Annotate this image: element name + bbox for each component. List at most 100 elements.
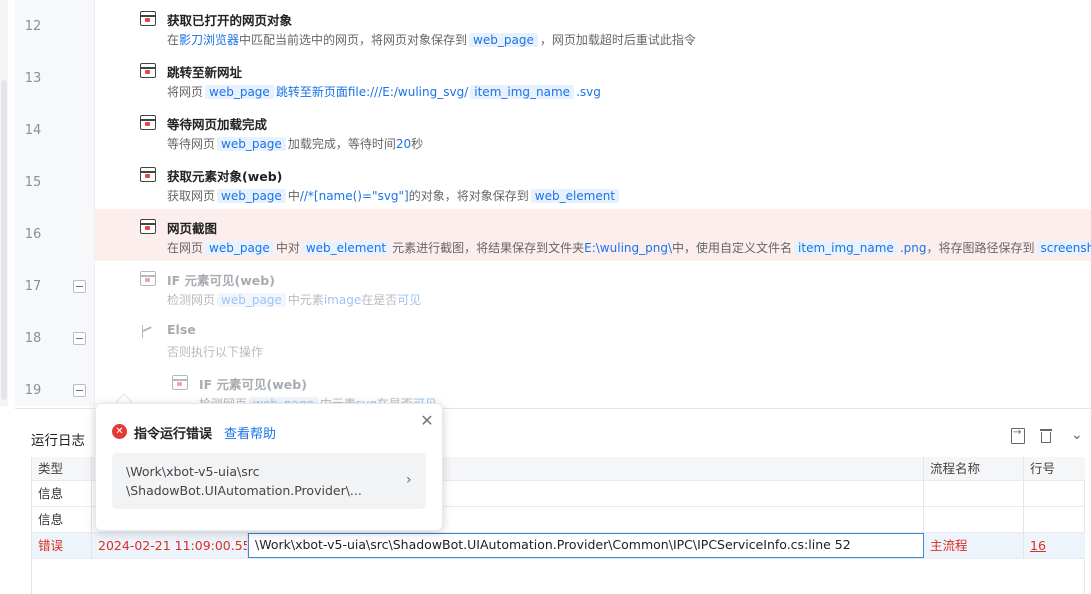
- variable-chip[interactable]: web_element: [530, 189, 620, 203]
- variable-chip[interactable]: web_page: [205, 241, 274, 255]
- variable-chip[interactable]: web_page: [205, 85, 274, 99]
- error-title: 指令运行错误: [134, 427, 213, 442]
- step-description: 获取网页 web_page 中//*[name()="svg"]的对象，将对象保存到…: [167, 187, 621, 204]
- left-scrollbar-thumb[interactable]: [1, 80, 7, 400]
- variable-chip[interactable]: web_element: [301, 241, 391, 255]
- description-text: 的对象，将对象保存到: [408, 189, 529, 203]
- log-type: 错误: [32, 533, 92, 558]
- description-text: 在网页: [167, 241, 204, 255]
- left-scrollbar[interactable]: [0, 0, 8, 406]
- variable-chip[interactable]: web_page: [217, 293, 286, 307]
- collapse-block-button[interactable]: [73, 384, 86, 397]
- description-text: 中: [287, 189, 300, 203]
- parameter-value: 跳转至新页面file:///E:/wuling_svg/: [275, 85, 469, 99]
- step-title: 网页截图: [167, 221, 218, 236]
- step-title: Else: [167, 322, 196, 337]
- log-process: [924, 481, 1024, 506]
- step-description: 将网页 web_page 跳转至新页面file:///E:/wuling_svg/i…: [167, 83, 601, 100]
- line-number: 19: [24, 383, 42, 398]
- column-header-process[interactable]: 流程名称: [924, 457, 1024, 480]
- error-popover: ✕ 指令运行错误 查看帮助 ✕ \Work\xbot-v5-uia\src \S…: [95, 403, 443, 531]
- chevron-right-icon: ›: [406, 472, 412, 488]
- description-text: 否则执行以下操作: [167, 345, 264, 359]
- description-text: 中对: [275, 241, 300, 255]
- step-title: IF 元素可见(web): [199, 377, 307, 392]
- flow-step-row[interactable]: Else 否则执行以下操作: [95, 313, 1091, 365]
- description-text: 将网页: [167, 85, 204, 99]
- flow-step-row[interactable]: 跳转至新网址 将网页 web_page 跳转至新页面file:///E:/wulin…: [95, 53, 1091, 105]
- variable-chip[interactable]: screenshot_: [1036, 241, 1091, 255]
- variable-chip[interactable]: item_img_name: [470, 85, 575, 99]
- collapse-block-button[interactable]: [73, 332, 86, 345]
- log-message[interactable]: \Work\xbot-v5-uia\src\ShadowBot.UIAutoma…: [248, 533, 924, 558]
- variable-chip[interactable]: item_img_name: [794, 241, 898, 255]
- step-title: 跳转至新网址: [167, 65, 243, 80]
- screenshot-icon: [140, 219, 156, 234]
- error-detail-card[interactable]: \Work\xbot-v5-uia\src \ShadowBot.UIAutom…: [112, 453, 426, 509]
- log-time: 2024-02-21 11:09:00.551: [92, 533, 248, 558]
- view-help-link[interactable]: 查看帮助: [224, 423, 276, 442]
- run-log-title: 运行日志: [31, 433, 85, 449]
- description-text: 中匹配当前选中的网页，将网页对象保存到: [239, 33, 468, 47]
- log-type: 信息: [32, 481, 92, 506]
- parameter-value: 影刀浏览器: [179, 33, 240, 47]
- log-row-error[interactable]: 错误 2024-02-21 11:09:00.551 \Work\xbot-v5…: [32, 533, 1085, 559]
- line-number: 12: [24, 19, 42, 34]
- error-path-line: \ShadowBot.UIAutomation.Provider\...: [126, 483, 362, 498]
- condition-icon: [140, 271, 156, 286]
- flow-step-row[interactable]: 等待网页加载完成 等待网页 web_page 加载完成，等待时间20秒: [95, 105, 1091, 157]
- column-header-type[interactable]: 类型: [32, 457, 92, 480]
- browser-page-icon: [140, 115, 156, 130]
- log-line[interactable]: 16: [1024, 533, 1085, 558]
- browser-page-icon: [140, 11, 156, 26]
- export-log-icon[interactable]: [1011, 427, 1025, 444]
- description-text: 检测网页: [167, 293, 216, 307]
- description-text: 秒: [411, 137, 424, 151]
- error-icon: ✕: [112, 424, 127, 439]
- flow-step-row[interactable]: IF 元素可见(web) 检测网页 web_page 中元素image在是否可见: [95, 261, 1091, 313]
- collapse-block-button[interactable]: [73, 280, 86, 293]
- line-number: 13: [24, 71, 42, 86]
- line-link[interactable]: 16: [1030, 538, 1046, 553]
- step-description: 在网页 web_page 中对 web_element 元素进行截图，将结果保存到文件夹…: [167, 239, 1091, 256]
- chevron-down-icon[interactable]: ⌄: [1071, 428, 1083, 442]
- column-header-line[interactable]: 行号: [1024, 457, 1085, 480]
- line-number: 15: [24, 175, 42, 190]
- log-process: [924, 507, 1024, 532]
- line-number: 17: [24, 279, 42, 294]
- parameter-value: 可见: [397, 293, 422, 307]
- variable-chip[interactable]: web_page: [217, 189, 286, 203]
- flow-step-row[interactable]: IF 元素可见(web) 检测网页 web_page 中元素svg在是否可见: [95, 365, 1091, 406]
- description-text: 加载完成，等待时间: [287, 137, 396, 151]
- step-description: 等待网页 web_page 加载完成，等待时间20秒: [167, 135, 423, 152]
- close-icon[interactable]: ✕: [419, 413, 435, 429]
- log-process: 主流程: [924, 533, 1024, 558]
- flow-step-row-error[interactable]: 网页截图 在网页 web_page 中对 web_element 元素进行截图，将结果保…: [95, 209, 1091, 261]
- step-title: 等待网页加载完成: [167, 117, 268, 132]
- error-path-line: \Work\xbot-v5-uia\src: [126, 464, 260, 479]
- line-number: 14: [24, 123, 42, 138]
- parameter-value: .svg: [576, 85, 601, 99]
- description-text: ，网页加载超时后重试此指令: [539, 33, 696, 47]
- step-title: IF 元素可见(web): [167, 273, 275, 288]
- description-text: 在: [167, 33, 180, 47]
- variable-chip[interactable]: web_page: [217, 137, 286, 151]
- description-text: 中元素: [287, 293, 324, 307]
- trash-icon[interactable]: [1039, 428, 1053, 444]
- condition-icon: [172, 375, 188, 390]
- else-branch-icon: [142, 325, 154, 338]
- flow-step-row[interactable]: 获取已打开的网页对象 在影刀浏览器中匹配当前选中的网页，将网页对象保存到 web_…: [95, 1, 1091, 53]
- description-text: 获取网页: [167, 189, 216, 203]
- log-type: 信息: [32, 507, 92, 532]
- variable-chip[interactable]: web_page: [469, 33, 538, 47]
- parameter-value: E:\wuling_png\: [584, 241, 673, 255]
- browser-page-icon: [140, 167, 156, 182]
- description-text: 等待网页: [167, 137, 216, 151]
- step-description: 在影刀浏览器中匹配当前选中的网页，将网页对象保存到 web_page ，网页加载超时…: [167, 31, 696, 48]
- flow-step-row[interactable]: 获取元素对象(web) 获取网页 web_page 中//*[name()="svg…: [95, 157, 1091, 209]
- parameter-value: //*[name()="svg"]: [299, 189, 409, 203]
- line-number: 18: [24, 331, 42, 346]
- flow-editor: 12 13 14 15 16 17 18 19 获取已打开的网页对象 在影刀浏览…: [0, 0, 1091, 406]
